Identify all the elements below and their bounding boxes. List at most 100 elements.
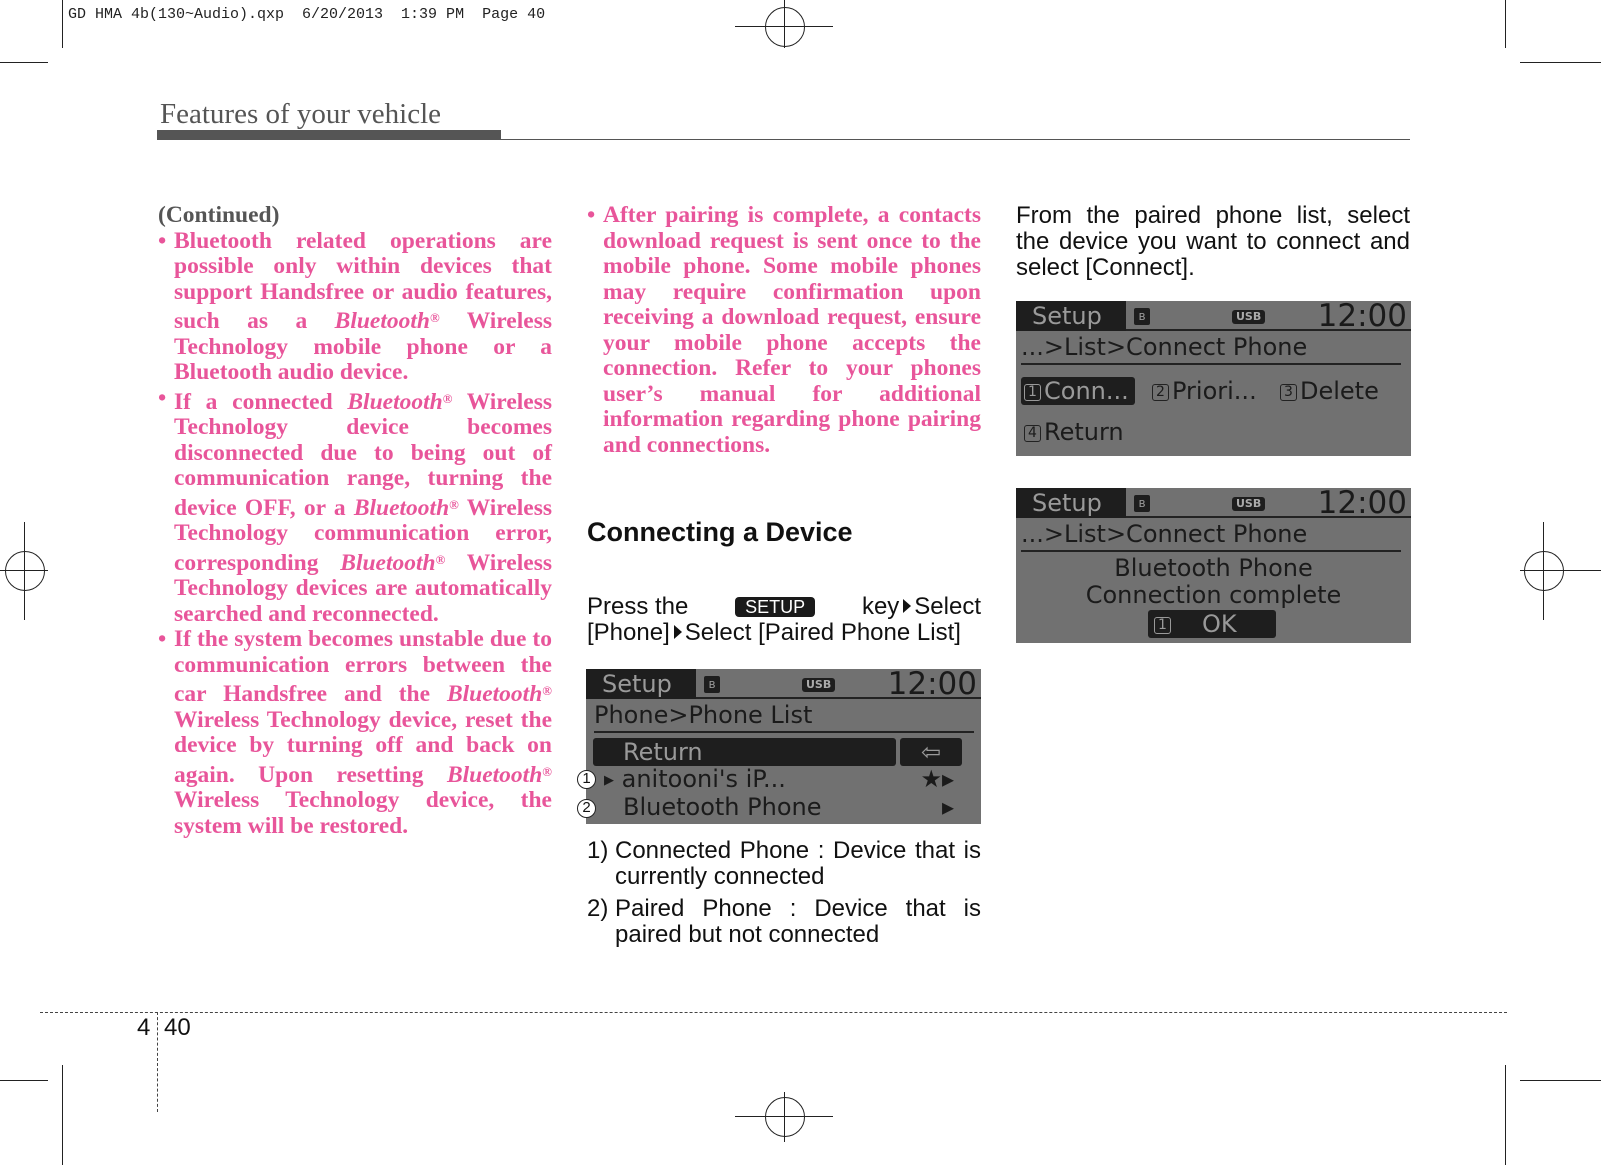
bullet-item: If a connected Bluetooth® Wireless Techn… xyxy=(158,386,552,628)
ok-button[interactable]: 1 OK xyxy=(1148,610,1276,638)
note-number: 1) xyxy=(587,837,609,864)
star-arrow-icon: ★▸ xyxy=(920,765,954,793)
crop-mark xyxy=(0,62,48,63)
bullet-item: If the system becomes unstable due to co… xyxy=(158,626,552,839)
screen-path: ...>List>Connect Phone xyxy=(1021,331,1401,365)
note-text: Paired Phone : Device that is paired but… xyxy=(615,895,981,948)
crop-mark xyxy=(0,1080,48,1081)
crop-mark xyxy=(1505,0,1506,48)
option-return[interactable]: 4 Return xyxy=(1024,418,1124,446)
registered-mark: ® xyxy=(449,496,459,512)
bullet-text: Bluetooth xyxy=(347,388,443,415)
connect-phone-screen: Setup ʙ USB 12:00 ...>List>Connect Phone… xyxy=(1016,301,1411,456)
footer-rule xyxy=(40,1012,1507,1013)
instr-select: Select xyxy=(914,593,981,620)
pairing-note: After pairing is complete, a contacts do… xyxy=(587,202,981,458)
bluetooth-icon: ʙ xyxy=(1134,495,1150,512)
option-label: Return xyxy=(1044,418,1124,446)
crop-mark xyxy=(62,0,63,48)
option-delete[interactable]: 3 Delete xyxy=(1280,377,1379,405)
option-label: Conn... xyxy=(1044,377,1129,405)
message-line-2: Connection complete xyxy=(1085,581,1342,609)
ok-label: OK xyxy=(1202,610,1237,638)
usb-badge: USB xyxy=(802,678,836,692)
registration-mark-icon xyxy=(765,1097,805,1137)
footer-divider xyxy=(157,1012,158,1112)
arrow-right-icon xyxy=(903,599,912,613)
option-number: 1 xyxy=(1024,384,1041,401)
bullet-item: Bluetooth related operations are possibl… xyxy=(158,228,552,386)
screen-title: Setup xyxy=(1016,488,1126,518)
note-2: 2) Paired Phone : Device that is paired b… xyxy=(587,896,981,948)
bullet-text: Bluetooth xyxy=(334,308,430,334)
return-icon[interactable]: ⇦ xyxy=(900,738,962,766)
arrow-right-icon xyxy=(673,625,682,639)
registration-mark-icon xyxy=(765,7,805,47)
bullet-text: Wireless Technology device, the system w… xyxy=(174,787,552,839)
crop-mark xyxy=(1520,62,1601,63)
bullet-text: Bluetooth xyxy=(340,549,436,576)
bullet-text: Bluetooth xyxy=(446,761,543,788)
bluetooth-icon: ʙ xyxy=(1134,308,1150,325)
setup-key-icon: SETUP xyxy=(735,597,816,617)
option-number: 2 xyxy=(1152,384,1169,401)
intro-text: From the paired phone list, select the d… xyxy=(1016,202,1410,281)
option-label: Priori... xyxy=(1172,377,1257,405)
left-column: (Continued) Bluetooth related operations… xyxy=(158,202,552,839)
option-number: 1 xyxy=(1154,617,1171,634)
option-number: 4 xyxy=(1024,425,1041,442)
registration-mark-icon xyxy=(5,551,45,591)
instr-press: Press the xyxy=(587,593,689,620)
instr-phone: [Phone] xyxy=(587,619,670,646)
usb-badge: USB xyxy=(1232,497,1266,511)
crop-mark xyxy=(1520,570,1601,571)
note-number: 2) xyxy=(587,895,609,922)
note-1: 1) Connected Phone : Device that is curre… xyxy=(587,838,981,890)
option-number: 3 xyxy=(1280,384,1297,401)
registered-mark: ® xyxy=(442,390,453,406)
continued-label: (Continued) xyxy=(158,202,280,228)
screen-title: Setup xyxy=(1016,301,1126,331)
bullet-text: Bluetooth xyxy=(446,681,543,707)
screen-path: ...>List>Connect Phone xyxy=(1021,518,1401,552)
instructions: Press the SETUP key Select [Phone] Select … xyxy=(587,594,981,646)
crop-mark xyxy=(1520,1080,1601,1081)
registration-mark-icon xyxy=(1524,551,1564,591)
registered-mark: ® xyxy=(542,763,552,779)
bullet-text: Bluetooth xyxy=(353,494,450,521)
screen-path: Phone>Phone List xyxy=(594,699,974,733)
bullet-text: If a connected xyxy=(174,388,348,415)
crop-mark xyxy=(62,1065,63,1165)
chapter-number: 4 xyxy=(137,1014,151,1041)
phone-list-item[interactable]: Bluetooth Phone ▸ xyxy=(623,793,954,821)
header-divider xyxy=(157,139,1410,140)
clock: 12:00 xyxy=(887,669,977,702)
print-slug: GD HMA 4b(130~Audio).qxp 6/20/2013 1:39 … xyxy=(68,6,546,23)
phone-name: anitooni's iP... xyxy=(621,765,786,793)
message-line-1: Bluetooth Phone xyxy=(1114,554,1313,582)
bluetooth-icon: ʙ xyxy=(704,676,720,693)
callout-marker: 1 xyxy=(577,770,596,789)
middle-column: After pairing is complete, a contacts do… xyxy=(587,202,981,458)
arrow-icon: ▸ xyxy=(941,793,954,821)
option-priority[interactable]: 2 Priori... xyxy=(1152,377,1257,405)
phone-name: Bluetooth Phone xyxy=(623,793,822,821)
section-title: Features of your vehicle xyxy=(160,98,442,130)
option-label: Delete xyxy=(1300,377,1379,405)
clock: 12:00 xyxy=(1317,301,1407,334)
section-heading: Connecting a Device xyxy=(587,517,853,547)
option-connect[interactable]: 1 Conn... xyxy=(1021,377,1135,405)
phone-list-item[interactable]: ▶ anitooni's iP... ★▸ xyxy=(604,765,954,795)
screen-title: Setup xyxy=(586,669,696,699)
crop-mark xyxy=(1543,522,1544,620)
crop-mark xyxy=(24,522,25,620)
return-item[interactable]: Return xyxy=(593,738,896,766)
crop-mark xyxy=(784,1092,785,1142)
registered-mark: ® xyxy=(429,310,440,325)
phone-list-screen: Setup ʙ USB 12:00 Phone>Phone List Retur… xyxy=(586,669,981,824)
usb-badge: USB xyxy=(1232,310,1266,324)
clock: 12:00 xyxy=(1317,488,1407,521)
crop-mark xyxy=(1505,1065,1506,1165)
registered-mark: ® xyxy=(542,683,552,698)
crop-mark xyxy=(784,0,785,48)
